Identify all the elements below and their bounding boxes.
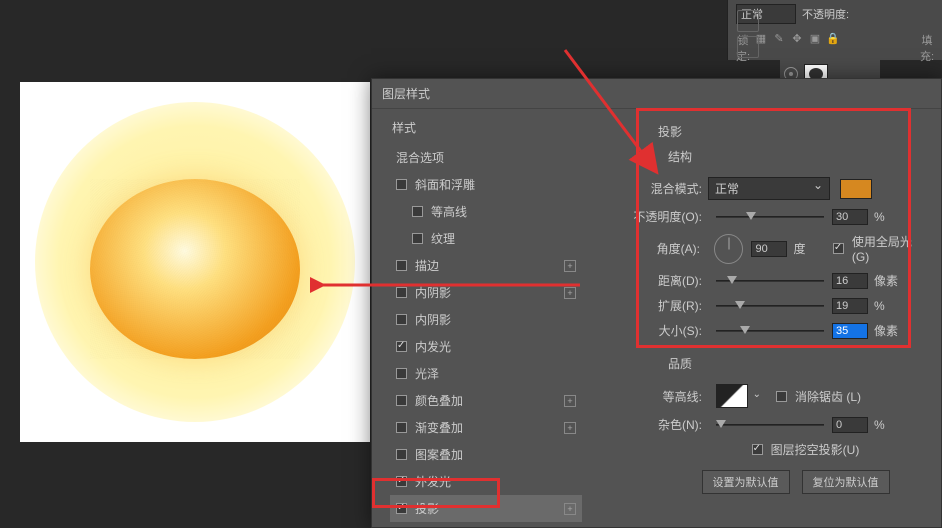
- structure-label: 结构: [600, 144, 931, 173]
- lock-artboard-icon[interactable]: ▣: [808, 32, 822, 46]
- style-list-panel: 样式 混合选项 斜面和浮雕 等高线 纹理 描边+ 内阴影+ 内阴影 内发光 光泽…: [372, 107, 592, 527]
- tool-icon-2[interactable]: [737, 36, 759, 58]
- drop-shadow-settings: 投影 结构 混合模式: 正常 不透明度(O): % 角度(A): 度 使用全局光…: [592, 107, 941, 527]
- dialog-title: 图层样式: [372, 79, 941, 109]
- add-inner-shadow-icon[interactable]: +: [564, 287, 576, 299]
- knockout-label: 图层挖空投影(U): [771, 441, 860, 458]
- tool-sidebar: [737, 0, 769, 58]
- shadow-color-swatch[interactable]: [840, 179, 872, 199]
- layer-style-dialog: 图层样式 样式 混合选项 斜面和浮雕 等高线 纹理 描边+ 内阴影+ 内阴影 内…: [371, 78, 942, 528]
- contour-label: 等高线:: [600, 388, 708, 405]
- add-gradient-overlay-icon[interactable]: +: [564, 422, 576, 434]
- style-drop-shadow[interactable]: 投影+: [390, 495, 582, 522]
- spread-label: 扩展(R):: [600, 297, 708, 314]
- antialias-label: 消除锯齿 (L): [795, 388, 861, 405]
- spread-slider[interactable]: [716, 305, 824, 307]
- style-inner-shadow-1[interactable]: 内阴影+: [390, 279, 582, 306]
- size-unit: 像素: [874, 322, 904, 339]
- style-color-overlay[interactable]: 颜色叠加+: [390, 387, 582, 414]
- knockout-checkbox[interactable]: [752, 444, 763, 455]
- tool-icon-1[interactable]: [737, 10, 759, 32]
- layer-opacity-label: 不透明度:: [802, 6, 849, 22]
- angle-input[interactable]: [751, 241, 787, 257]
- antialias-checkbox[interactable]: [776, 391, 787, 402]
- quality-label: 品质: [600, 351, 931, 380]
- add-drop-shadow-icon[interactable]: +: [564, 503, 576, 515]
- distance-slider[interactable]: [716, 280, 824, 282]
- global-light-checkbox[interactable]: [833, 243, 844, 254]
- size-label: 大小(S):: [600, 322, 708, 339]
- sun-core-shape: [90, 179, 300, 359]
- style-pattern-overlay[interactable]: 图案叠加: [390, 441, 582, 468]
- global-light-label: 使用全局光 (G): [852, 233, 931, 264]
- add-stroke-icon[interactable]: +: [564, 260, 576, 272]
- opacity-unit: %: [874, 210, 904, 224]
- lock-brush-icon[interactable]: ✎: [772, 32, 786, 46]
- style-stroke[interactable]: 描边+: [390, 252, 582, 279]
- noise-input[interactable]: [832, 417, 868, 433]
- noise-slider[interactable]: [716, 424, 824, 426]
- noise-label: 杂色(N):: [600, 416, 708, 433]
- contour-picker[interactable]: [716, 384, 748, 408]
- fill-label: 填充:: [920, 32, 934, 46]
- style-satin[interactable]: 光泽: [390, 360, 582, 387]
- distance-unit: 像素: [874, 272, 904, 289]
- blend-mode-label: 混合模式:: [600, 180, 708, 197]
- style-outer-glow[interactable]: 外发光: [390, 468, 582, 495]
- size-slider[interactable]: [716, 330, 824, 332]
- distance-input[interactable]: [832, 273, 868, 289]
- blend-options-item[interactable]: 混合选项: [390, 144, 582, 171]
- angle-dial[interactable]: [714, 234, 743, 264]
- size-input[interactable]: [832, 323, 868, 339]
- canvas-preview: [20, 82, 370, 442]
- make-default-button[interactable]: 设置为默认值: [702, 470, 790, 494]
- style-bevel[interactable]: 斜面和浮雕: [390, 171, 582, 198]
- add-color-overlay-icon[interactable]: +: [564, 395, 576, 407]
- style-inner-glow[interactable]: 内发光: [390, 333, 582, 360]
- angle-label: 角度(A):: [600, 240, 706, 257]
- styles-header: 样式: [390, 119, 582, 136]
- section-title: 投影: [600, 119, 931, 144]
- angle-unit: 度: [793, 240, 822, 257]
- style-inner-shadow-2[interactable]: 内阴影: [390, 306, 582, 333]
- reset-default-button[interactable]: 复位为默认值: [802, 470, 890, 494]
- style-contour-sub[interactable]: 等高线: [390, 198, 582, 225]
- spread-unit: %: [874, 299, 904, 313]
- opacity-label: 不透明度(O):: [600, 208, 708, 225]
- opacity-input[interactable]: [832, 209, 868, 225]
- style-gradient-overlay[interactable]: 渐变叠加+: [390, 414, 582, 441]
- noise-unit: %: [874, 418, 904, 432]
- style-texture-sub[interactable]: 纹理: [390, 225, 582, 252]
- spread-input[interactable]: [832, 298, 868, 314]
- blend-mode-select[interactable]: 正常: [708, 177, 830, 200]
- distance-label: 距离(D):: [600, 272, 708, 289]
- opacity-slider[interactable]: [716, 216, 824, 218]
- lock-move-icon[interactable]: ✥: [790, 32, 804, 46]
- lock-all-icon[interactable]: 🔒: [826, 32, 840, 46]
